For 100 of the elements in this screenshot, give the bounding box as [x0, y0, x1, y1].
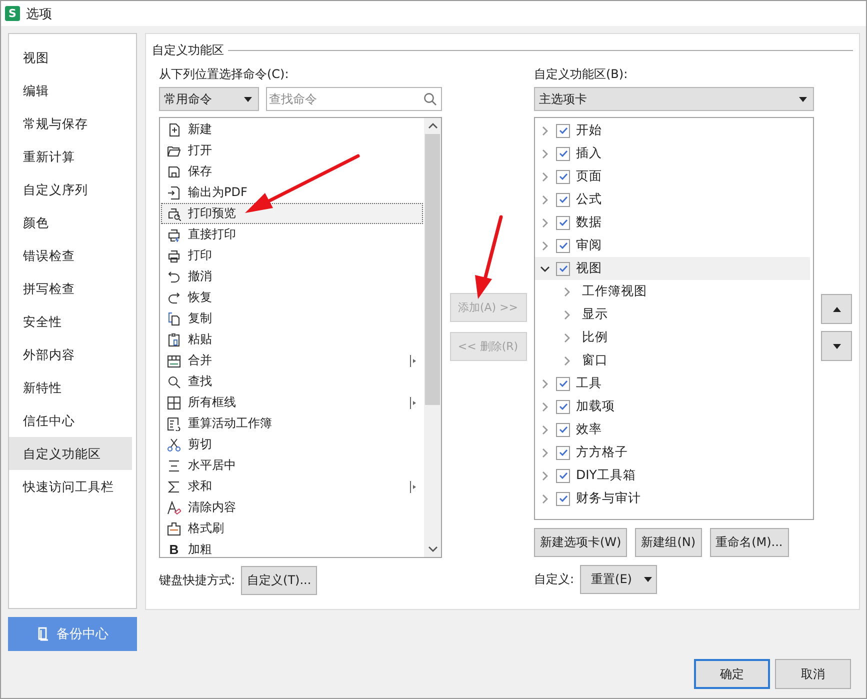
- expand-icon[interactable]: [540, 402, 550, 412]
- expand-icon[interactable]: [540, 494, 550, 504]
- command-item[interactable]: 剪切: [161, 434, 423, 455]
- tree-item[interactable]: 数据: [535, 211, 810, 234]
- command-item[interactable]: 粘贴: [161, 329, 423, 350]
- tree-item[interactable]: 显示: [535, 303, 810, 326]
- command-item[interactable]: 新建: [161, 119, 423, 140]
- ribbon-action-button[interactable]: 新建组(N): [635, 528, 702, 557]
- checkbox[interactable]: [556, 216, 570, 230]
- sidebar-item[interactable]: 视图: [9, 41, 136, 74]
- expand-icon[interactable]: [540, 126, 550, 136]
- expand-icon[interactable]: [562, 310, 572, 320]
- command-item[interactable]: 重算活动工作簿: [161, 413, 423, 434]
- expand-icon[interactable]: [540, 448, 550, 458]
- checkbox[interactable]: [556, 170, 570, 184]
- down-arrow-icon: [832, 344, 840, 348]
- expand-icon[interactable]: [540, 218, 550, 228]
- command-item[interactable]: 合并: [161, 350, 423, 371]
- collapse-icon[interactable]: [540, 264, 550, 274]
- checkbox[interactable]: [556, 400, 570, 414]
- tree-item[interactable]: 工作簿视图: [535, 280, 810, 303]
- sidebar-item[interactable]: 编辑: [9, 74, 136, 107]
- sidebar-item[interactable]: 重新计算: [9, 140, 136, 173]
- tree-item[interactable]: 公式: [535, 188, 810, 211]
- sidebar-item[interactable]: 自定义序列: [9, 173, 136, 206]
- checkbox[interactable]: [556, 446, 570, 460]
- expand-icon[interactable]: [562, 356, 572, 366]
- command-item[interactable]: 直接打印: [161, 224, 423, 245]
- expand-icon[interactable]: [562, 286, 572, 296]
- command-item[interactable]: 所有框线: [161, 392, 423, 413]
- ribbon-action-button[interactable]: 新建选项卡(W): [534, 528, 628, 557]
- tree-item[interactable]: 窗口: [535, 349, 810, 372]
- tree-item[interactable]: 财务与审计: [535, 487, 810, 510]
- sidebar-item[interactable]: 信任中心: [9, 404, 136, 437]
- command-item[interactable]: 保存: [161, 161, 423, 182]
- command-item[interactable]: 打开: [161, 140, 423, 161]
- checkbox[interactable]: [556, 146, 570, 160]
- checkbox[interactable]: [556, 124, 570, 138]
- expand-icon[interactable]: [540, 194, 550, 204]
- command-item[interactable]: 查找: [161, 371, 423, 392]
- tree-item[interactable]: 效率: [535, 418, 810, 441]
- sidebar-item[interactable]: 新特性: [9, 371, 136, 404]
- up-arrow-icon: [832, 306, 840, 312]
- ribbon-action-button[interactable]: 重命名(M)...: [710, 528, 789, 557]
- expand-icon[interactable]: [540, 424, 550, 434]
- command-item[interactable]: 求和: [161, 476, 423, 497]
- sidebar-item[interactable]: 安全性: [9, 305, 136, 338]
- folder-icon: [167, 144, 181, 158]
- checkbox[interactable]: [556, 376, 570, 390]
- command-item[interactable]: 恢复: [161, 287, 423, 308]
- command-item[interactable]: 水平居中: [161, 455, 423, 476]
- move-down-button[interactable]: [821, 331, 852, 361]
- tree-item[interactable]: 加载项: [535, 395, 810, 418]
- sidebar-item[interactable]: 错误检查: [9, 239, 136, 272]
- command-item[interactable]: 复制: [161, 308, 423, 329]
- ribbon-dropdown[interactable]: 主选项卡: [534, 87, 814, 111]
- ok-button[interactable]: 确定: [694, 659, 770, 689]
- grid-icon: [167, 396, 181, 410]
- sidebar-item[interactable]: 拼写检查: [9, 272, 136, 305]
- checkbox[interactable]: [556, 422, 570, 436]
- tree-item[interactable]: 页面: [535, 165, 810, 188]
- tree-item[interactable]: 开始: [535, 119, 810, 142]
- search-field[interactable]: 查找命令: [266, 87, 442, 111]
- sidebar-item[interactable]: 外部内容: [9, 338, 136, 371]
- checkbox[interactable]: [556, 492, 570, 506]
- sidebar-item[interactable]: 自定义功能区: [9, 437, 132, 470]
- sidebar-item[interactable]: 常规与保存: [9, 107, 136, 140]
- command-source-dropdown[interactable]: 常用命令: [159, 87, 259, 111]
- sidebar-item[interactable]: 快速访问工具栏: [9, 470, 136, 503]
- command-item[interactable]: 打印: [161, 245, 423, 266]
- command-item[interactable]: B 加粗: [161, 539, 423, 557]
- expand-icon[interactable]: [540, 378, 550, 388]
- tree-item[interactable]: 工具: [535, 372, 810, 395]
- reset-button[interactable]: 重置(E): [580, 565, 658, 594]
- checkbox[interactable]: [556, 262, 570, 276]
- cancel-button[interactable]: 取消: [775, 659, 851, 689]
- expand-icon[interactable]: [540, 172, 550, 182]
- command-item[interactable]: 格式刷: [161, 518, 423, 539]
- tree-item[interactable]: DIY工具箱: [535, 464, 810, 487]
- checkbox[interactable]: [556, 192, 570, 206]
- checkbox[interactable]: [556, 468, 570, 482]
- command-item[interactable]: 清除内容: [161, 497, 423, 518]
- move-up-button[interactable]: [821, 294, 852, 324]
- command-item[interactable]: 撤消: [161, 266, 423, 287]
- expand-icon[interactable]: [562, 332, 572, 342]
- command-item[interactable]: 打印预览: [161, 203, 423, 224]
- sidebar-item[interactable]: 颜色: [9, 206, 136, 239]
- expand-icon[interactable]: [540, 240, 550, 250]
- tree-item[interactable]: 视图: [535, 257, 810, 280]
- tree-item[interactable]: 审阅: [535, 234, 810, 257]
- expand-icon[interactable]: [540, 148, 550, 158]
- command-item[interactable]: 输出为PDF: [161, 182, 423, 203]
- checkbox[interactable]: [556, 238, 570, 252]
- tree-item[interactable]: 方方格子: [535, 441, 810, 464]
- scrollbar[interactable]: [424, 118, 441, 557]
- expand-icon[interactable]: [540, 470, 550, 480]
- tree-item[interactable]: 插入: [535, 142, 810, 165]
- customize-shortcut-button[interactable]: 自定义(T)...: [241, 566, 318, 595]
- tree-item[interactable]: 比例: [535, 326, 810, 349]
- document-icon: [36, 627, 48, 641]
